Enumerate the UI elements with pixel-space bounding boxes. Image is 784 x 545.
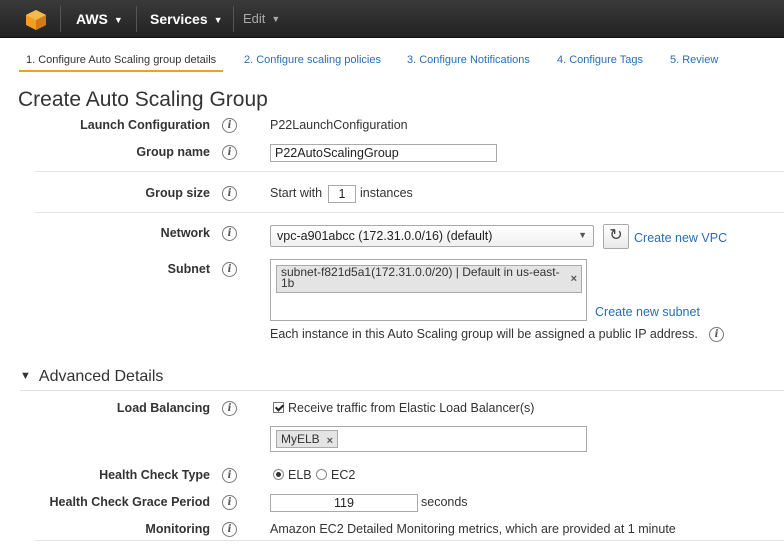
group-name-input[interactable]: P22AutoScalingGroup [270,144,497,162]
aws-menu[interactable]: AWS ▼ [76,11,123,27]
aws-cube-logo-icon[interactable] [25,9,47,31]
services-menu[interactable]: Services ▼ [150,11,223,27]
radio-ec2[interactable] [316,469,327,480]
launch-configuration-value: P22LaunchConfiguration [270,118,408,132]
elb-checkbox-row[interactable]: Receive traffic from Elastic Load Balanc… [273,401,534,415]
divider [20,390,784,391]
group-size-prefix: Start with [270,186,323,200]
info-icon[interactable]: i [222,186,237,201]
aws-menu-label: AWS [76,11,108,27]
subnet-token-text-1: subnet-f821d5a1(172.31.0.0/20) | Default… [281,265,560,279]
close-icon[interactable]: × [571,274,577,285]
divider [233,6,234,32]
info-icon[interactable]: i [222,262,237,277]
network-select[interactable]: vpc-a901abcc (172.31.0.0/16) (default) ▼ [270,225,594,247]
divider [35,540,784,541]
group-name-label: Group name [136,145,210,159]
edit-menu-label: Edit [243,11,266,26]
health-check-ec2-option[interactable]: EC2 [316,468,355,482]
info-icon[interactable]: i [222,401,237,416]
page-title: Create Auto Scaling Group [18,88,268,111]
group-size-input[interactable]: 1 [328,185,356,203]
info-icon[interactable]: i [222,522,237,537]
network-select-value: vpc-a901abcc (172.31.0.0/16) (default) [277,229,493,243]
create-new-subnet-link[interactable]: Create new subnet [595,305,700,319]
subnet-label: Subnet [167,262,210,276]
chevron-down-icon: ▼ [213,15,223,25]
step-tags[interactable]: 4. Configure Tags [557,54,643,66]
advanced-details-heading: Advanced Details [38,368,164,385]
group-size-suffix: instances [360,186,413,200]
create-new-vpc-link[interactable]: Create new VPC [634,231,727,245]
step-scaling-policies[interactable]: 2. Configure scaling policies [244,54,381,66]
info-icon[interactable]: i [222,226,237,241]
subnet-multiselect[interactable]: subnet-f821d5a1(172.31.0.0/20) | Default… [270,259,587,321]
divider [35,212,784,213]
radio-elb[interactable] [273,469,284,480]
divider [60,6,61,32]
divider [136,6,137,32]
grace-period-unit: seconds [421,495,468,509]
grace-period-label: Health Check Grace Period [49,495,210,509]
health-check-type-label: Health Check Type [99,468,210,482]
info-icon[interactable]: i [222,495,237,510]
step-review[interactable]: 5. Review [670,54,718,66]
subnet-token: subnet-f821d5a1(172.31.0.0/20) | Default… [276,265,582,293]
load-balancing-label: Load Balancing [116,401,210,415]
close-icon[interactable]: × [327,434,333,448]
elb-checkbox[interactable] [273,402,284,413]
subnet-token-text-2: 1b [281,276,295,290]
step-configure-details[interactable]: 1. Configure Auto Scaling group details [18,54,224,72]
refresh-icon: ↻ [609,227,623,244]
load-balancer-multiselect[interactable]: MyELB × [270,426,587,452]
wizard-steps: 1. Configure Auto Scaling group details … [0,38,784,74]
chevron-down-icon: ▼ [578,230,587,240]
elb-token: MyELB × [276,430,338,448]
radio-elb-label: ELB [288,468,312,482]
services-menu-label: Services [150,11,208,27]
edit-menu[interactable]: Edit ▼ [243,11,280,26]
health-check-elb-option[interactable]: ELB [273,468,312,482]
info-icon[interactable]: i [709,327,724,342]
public-ip-note: Each instance in this Auto Scaling group… [270,327,698,341]
refresh-button[interactable]: ↻ [603,224,629,249]
radio-ec2-label: EC2 [331,468,356,482]
triangle-down-icon: ▼ [20,370,31,382]
info-icon[interactable]: i [222,145,237,160]
chevron-down-icon: ▼ [113,15,123,25]
launch-configuration-label: Launch Configuration [80,118,210,132]
divider [35,171,784,172]
step-notifications[interactable]: 3. Configure Notifications [407,54,530,66]
elb-token-text: MyELB [281,432,320,446]
group-size-label: Group size [145,186,210,200]
monitoring-text: Amazon EC2 Detailed Monitoring metrics, … [270,522,676,536]
top-navigation-bar: AWS ▼ Services ▼ Edit ▼ [0,0,784,38]
info-icon[interactable]: i [222,468,237,483]
elb-checkbox-label: Receive traffic from Elastic Load Balanc… [288,401,535,415]
advanced-details-toggle[interactable]: ▼ Advanced Details [20,368,163,386]
monitoring-label: Monitoring [145,522,210,536]
grace-period-input[interactable]: 119 [270,494,418,512]
info-icon[interactable]: i [222,118,237,133]
chevron-down-icon: ▼ [271,14,281,24]
network-label: Network [160,226,210,240]
